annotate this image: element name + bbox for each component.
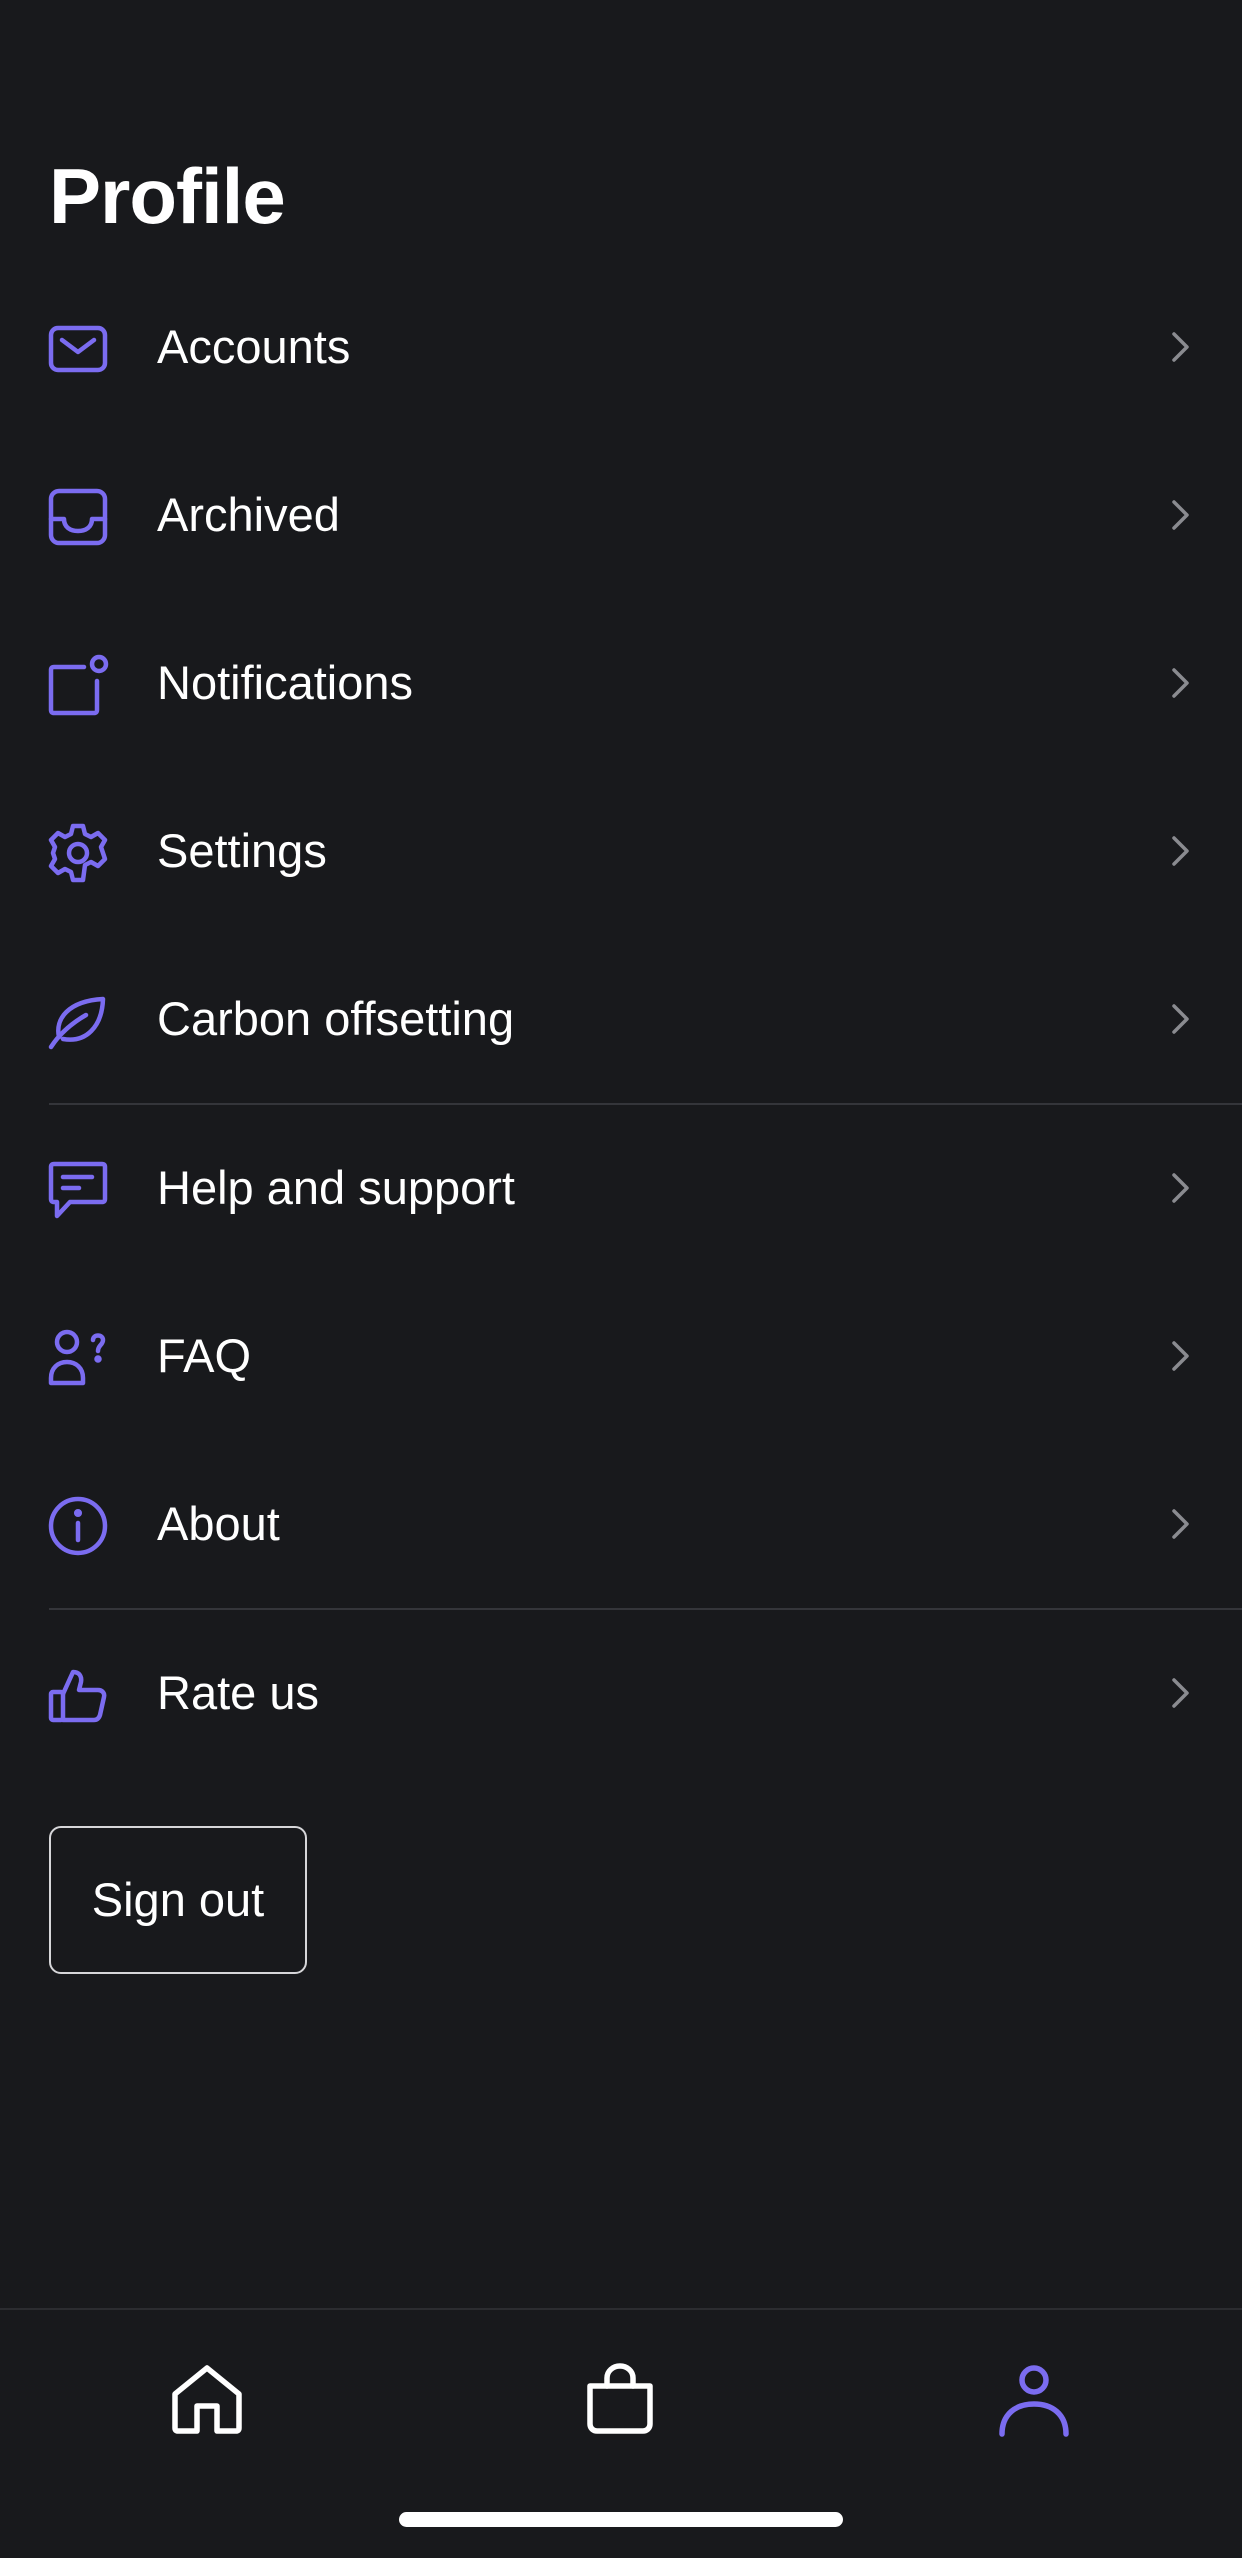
menu-item-label: Rate us [157, 1666, 319, 1719]
menu-item-label: Carbon offsetting [157, 992, 515, 1045]
chevron-right-icon [1160, 1504, 1200, 1544]
chevron-right-icon [1160, 1673, 1200, 1713]
tab-shop[interactable] [540, 2340, 700, 2480]
chevron-right-icon [1160, 1336, 1200, 1376]
menu-item-about[interactable]: About [0, 1440, 1242, 1608]
shopping-bag-icon [587, 2363, 653, 2434]
profile-person-icon [999, 2365, 1069, 2437]
menu-item-label: FAQ [157, 1329, 252, 1382]
menu-item-rate-us[interactable]: Rate us [0, 1609, 1242, 1777]
menu-item-notifications[interactable]: Notifications [0, 599, 1242, 767]
menu-item-settings[interactable]: Settings [0, 767, 1242, 935]
envelope-icon [46, 317, 110, 381]
menu-item-help-and-support[interactable]: Help and support [0, 1104, 1242, 1272]
menu-item-label: Help and support [157, 1161, 515, 1214]
chevron-right-icon [1160, 831, 1200, 871]
user-question-icon [46, 1326, 110, 1390]
leaf-icon [46, 989, 110, 1053]
chevron-right-icon [1160, 999, 1200, 1039]
menu-item-label: About [157, 1497, 280, 1550]
menu-item-label: Notifications [157, 656, 413, 709]
page-title: Profile [49, 152, 286, 240]
chevron-right-icon [1160, 495, 1200, 535]
tab-home[interactable] [127, 2340, 287, 2480]
menu-item-label: Accounts [157, 320, 351, 373]
inbox-tray-icon [46, 485, 110, 549]
chevron-right-icon [1160, 1168, 1200, 1208]
sign-out-button[interactable]: Sign out [49, 1826, 307, 1974]
menu-item-label: Settings [157, 824, 327, 877]
home-icon [172, 2365, 242, 2434]
notification-badge-icon [46, 653, 110, 717]
menu-item-archived[interactable]: Archived [0, 431, 1242, 599]
menu-item-carbon-offsetting[interactable]: Carbon offsetting [0, 935, 1242, 1103]
menu-item-label: Archived [157, 488, 340, 541]
info-circle-icon [46, 1494, 110, 1558]
tab-profile[interactable] [954, 2340, 1114, 2480]
menu-item-accounts[interactable]: Accounts [0, 263, 1242, 431]
gear-icon [46, 821, 110, 885]
home-indicator[interactable] [399, 2512, 843, 2527]
chat-bubble-icon [46, 1158, 110, 1222]
thumbs-up-icon [46, 1663, 110, 1727]
chevron-right-icon [1160, 327, 1200, 367]
chevron-right-icon [1160, 663, 1200, 703]
menu-item-faq[interactable]: FAQ [0, 1272, 1242, 1440]
